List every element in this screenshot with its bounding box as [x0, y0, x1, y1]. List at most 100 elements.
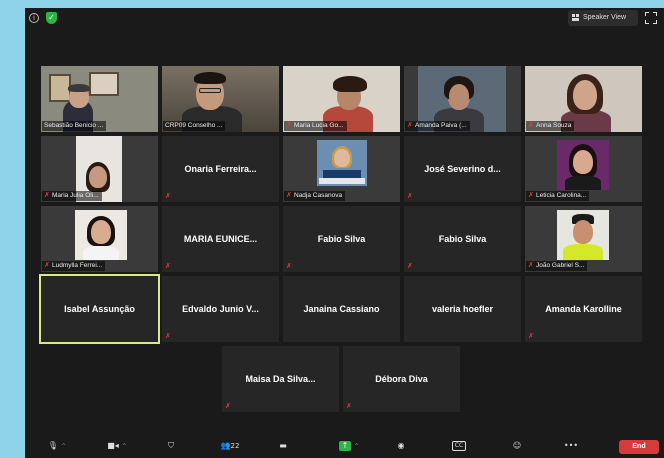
participant-tile[interactable]: Edvaldo Junio V... ✗ [162, 276, 279, 342]
video-feed [557, 140, 609, 190]
video-feed [557, 210, 609, 260]
participant-name: Onaria Ferreira... [184, 164, 257, 174]
speaker-view-button[interactable]: Speaker View [568, 10, 638, 26]
participant-name: valeria hoefler [431, 304, 494, 314]
participant-tile[interactable]: Amanda Karolline ✗ [525, 276, 642, 342]
muted-mic-icon: ✗ [44, 261, 50, 269]
participant-tile-active-speaker[interactable]: Isabel Assunção [39, 274, 160, 344]
participant-tile[interactable]: Janaina Cassiano [283, 276, 400, 342]
participant-label: ✗ Leticia Carolina... [526, 191, 590, 201]
participant-tile[interactable]: ✗ Anna Souza [525, 66, 642, 132]
muted-mic-icon: ✗ [407, 121, 413, 129]
reactions-icon: ☺ [512, 441, 522, 450]
fullscreen-icon[interactable] [645, 12, 657, 24]
participant-tile[interactable]: ✗ Leticia Carolina... [525, 136, 642, 202]
participant-name: José Severino d... [424, 164, 501, 174]
grid-icon [572, 14, 580, 22]
chat-icon: ▬ [279, 441, 287, 450]
video-feed [75, 210, 127, 260]
muted-mic-icon: ✗ [165, 262, 171, 270]
video-feed [317, 140, 367, 186]
muted-mic-icon: ✗ [225, 402, 231, 410]
share-screen-button[interactable]: ↑ ^ [329, 437, 369, 455]
participant-tile[interactable]: ✗ Ludmylla Ferrei... [41, 206, 158, 272]
info-icon[interactable]: i [29, 13, 39, 23]
shield-icon: ⛉ [168, 441, 174, 450]
muted-mic-icon: ✗ [165, 192, 171, 200]
muted-mic-icon: ✗ [286, 191, 292, 199]
participant-tile[interactable]: valeria hoefler [404, 276, 521, 342]
participant-tile[interactable]: Débora Diva ✗ [343, 346, 460, 412]
participant-tile[interactable]: ✗ Amanda Paiva (... [404, 66, 521, 132]
participant-name: Fabio Silva [317, 234, 366, 244]
frame-border-top [0, 0, 664, 8]
participant-label: ✗ Maria Julia Oli... [42, 191, 102, 201]
end-meeting-button[interactable]: End [619, 440, 659, 454]
video-button[interactable]: ■◂ ^ [95, 437, 139, 455]
participant-tile[interactable]: Maisa Da Silva... ✗ [222, 346, 339, 412]
frame-border-left [0, 0, 25, 458]
participant-name: Janaina Cassiano [303, 304, 380, 314]
participant-label: ✗ Maria Lucia Go... [284, 121, 347, 131]
more-icon: ••• [563, 441, 579, 450]
muted-mic-icon: ✗ [407, 192, 413, 200]
participant-label: CRP09 Conselho ... [163, 121, 226, 131]
participant-tile[interactable]: ✗ Maria Julia Oli... [41, 136, 158, 202]
participant-label: ✗ Ludmylla Ferrei... [42, 261, 106, 271]
muted-mic-icon: ✗ [528, 261, 534, 269]
muted-mic-icon: ✗ [165, 332, 171, 340]
camera-icon: ■◂ [107, 441, 119, 450]
muted-mic-icon: ✗ [286, 121, 292, 129]
muted-mic-icon: ✗ [407, 262, 413, 270]
chevron-up-icon[interactable]: ^ [122, 443, 127, 450]
chevron-up-icon[interactable]: ^ [354, 443, 359, 450]
participants-icon: 👥 [220, 441, 231, 450]
participant-name: MARIA EUNICE... [183, 234, 258, 244]
participant-name: Maisa Da Silva... [245, 374, 316, 384]
participant-name: Edvaldo Junio V... [182, 304, 259, 314]
closed-caption-button[interactable]: CC [447, 437, 471, 455]
participant-label: ✗ Nadja Casanova [284, 191, 346, 201]
muted-mic-icon: ✗ [346, 402, 352, 410]
closed-caption-icon: CC [451, 440, 467, 451]
chevron-up-icon[interactable]: ^ [61, 443, 66, 450]
participant-tile[interactable]: Sebastião Benicio ... [41, 66, 158, 132]
muted-mic-icon: ✗ [528, 332, 534, 340]
muted-mic-icon: ✗ [44, 191, 50, 199]
muted-mic-icon: ✗ [528, 121, 534, 129]
participant-tile[interactable]: CRP09 Conselho ... [162, 66, 279, 132]
participant-tile[interactable]: Fabio Silva ✗ [404, 206, 521, 272]
participant-label: Sebastião Benicio ... [42, 121, 107, 131]
participant-label: ✗ Amanda Paiva (... [405, 121, 470, 131]
participant-tile[interactable]: ✗ Nadja Casanova [283, 136, 400, 202]
participant-name: Amanda Karolline [545, 304, 622, 314]
participant-tile[interactable]: José Severino d... ✗ [404, 136, 521, 202]
participant-tile[interactable]: ✗ Maria Lucia Go... [283, 66, 400, 132]
participant-tile[interactable]: Fabio Silva ✗ [283, 206, 400, 272]
participant-tile[interactable]: ✗ João Gabriel S... [525, 206, 642, 272]
participant-tile[interactable]: Onaria Ferreira... ✗ [162, 136, 279, 202]
participant-tile[interactable]: MARIA EUNICE... ✗ [162, 206, 279, 272]
record-icon: ◉ [397, 441, 405, 450]
mute-button[interactable]: 🎙 ^ [37, 437, 77, 455]
meeting-topbar: i ✓ Speaker View [25, 8, 664, 30]
microphone-icon: 🎙 [47, 441, 59, 450]
security-button[interactable]: ⛉ [161, 437, 181, 455]
participants-count: 22 [230, 442, 240, 450]
participant-name: Fabio Silva [438, 234, 487, 244]
participant-name: Débora Diva [375, 374, 428, 384]
share-screen-icon: ↑ [338, 440, 351, 451]
participant-label: ✗ João Gabriel S... [526, 261, 588, 271]
participants-button[interactable]: 👥22 [213, 437, 247, 455]
screen-frame: i ✓ Speaker View Sebastião Benicio ... C… [0, 0, 664, 458]
shield-check-icon[interactable]: ✓ [46, 12, 57, 24]
speaker-view-label: Speaker View [583, 14, 627, 21]
muted-mic-icon: ✗ [286, 262, 292, 270]
reactions-button[interactable]: ☺ [507, 437, 527, 455]
chat-button[interactable]: ▬ [273, 437, 293, 455]
participant-name: Isabel Assunção [64, 304, 135, 314]
meeting-window: i ✓ Speaker View Sebastião Benicio ... C… [25, 8, 664, 458]
record-button[interactable]: ◉ [391, 437, 411, 455]
more-button[interactable]: ••• [559, 437, 583, 455]
participant-label: ✗ Anna Souza [526, 121, 575, 131]
